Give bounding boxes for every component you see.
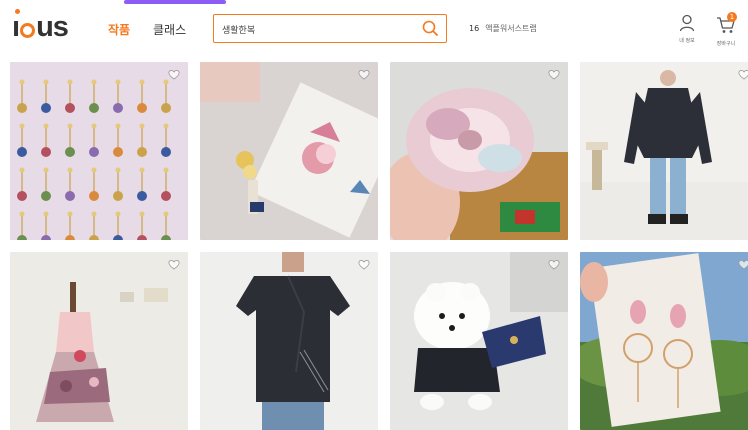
heart-icon[interactable] — [358, 69, 370, 80]
product-card[interactable] — [200, 62, 378, 240]
product-image — [200, 252, 378, 430]
product-image — [390, 252, 568, 430]
heart-icon[interactable] — [168, 69, 180, 80]
search-box[interactable] — [213, 14, 447, 43]
product-card[interactable] — [390, 62, 568, 240]
my-info-button[interactable]: 내 정보 — [678, 14, 696, 44]
product-image — [10, 62, 188, 240]
idus-logo[interactable]: ı us — [12, 8, 69, 44]
heart-icon[interactable] — [738, 69, 748, 80]
product-image — [580, 252, 748, 430]
product-card[interactable] — [200, 252, 378, 430]
heart-icon[interactable] — [738, 259, 748, 270]
active-tab-indicator — [124, 0, 226, 4]
product-image — [390, 62, 568, 240]
trend-rank: 16 — [469, 24, 480, 33]
cart-button[interactable]: 1 장바구니 — [713, 12, 739, 47]
search-input[interactable] — [222, 21, 412, 37]
trending-keyword[interactable]: 16 액플워서스트랩 — [469, 23, 537, 34]
heart-icon[interactable] — [548, 259, 560, 270]
search-icon[interactable] — [422, 20, 438, 36]
my-info-label: 내 정보 — [679, 38, 695, 44]
product-card[interactable] — [580, 62, 748, 240]
tab-product[interactable]: 작품 — [108, 21, 130, 38]
product-card[interactable] — [580, 252, 748, 430]
product-card[interactable] — [390, 252, 568, 430]
heart-icon[interactable] — [168, 259, 180, 270]
product-image — [200, 62, 378, 240]
cart-label: 장바구니 — [716, 41, 736, 47]
product-card[interactable] — [10, 62, 188, 240]
user-icon — [679, 14, 695, 32]
tab-class[interactable]: 클래스 — [153, 21, 186, 38]
top-header: ıus 작품 클래스 16 액플워서스트랩 내 정보 1 장바구니 — [0, 0, 748, 56]
product-image — [10, 252, 188, 430]
trend-keyword: 액플워서스트랩 — [485, 24, 537, 33]
cart-count-badge: 1 — [727, 12, 737, 22]
heart-icon[interactable] — [548, 69, 560, 80]
product-image — [580, 62, 748, 240]
heart-icon[interactable] — [358, 259, 370, 270]
product-card[interactable] — [10, 252, 188, 430]
